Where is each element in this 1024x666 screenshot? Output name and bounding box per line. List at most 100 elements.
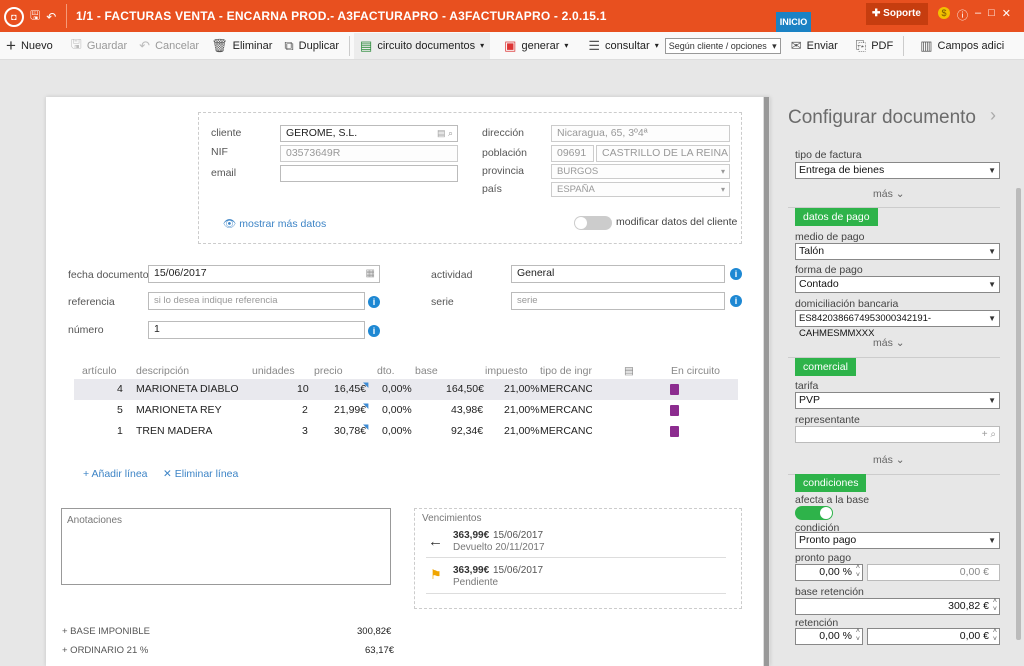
mas-toggle[interactable]: más ⌄ [873,454,905,466]
actividad-info-icon[interactable]: i [730,268,742,280]
info-window-icon[interactable]: ⓘ [957,7,968,23]
pronto-pago-label: pronto pago [795,552,852,564]
enviar-button[interactable]: ✉ Enviar [785,33,844,59]
tarifa-value: PVP [799,394,821,406]
panel-scrollbar[interactable] [1016,188,1021,640]
document-scrollbar[interactable] [763,97,770,666]
numero-field[interactable]: 1 [148,321,365,339]
campos-button[interactable]: ▥ Campos adici [914,33,1010,59]
actividad-field[interactable]: General [511,265,725,283]
cell-precio: 21,99€ [334,404,367,416]
referencia-label: referencia [68,296,115,308]
search-icon[interactable]: ▤ ⌕ [437,126,453,141]
cell-articulo: 4 [117,383,123,395]
toolbar: + Nuevo 🖫 Guardar ↶ Cancelar 🗑 Eliminar ⧉ Dup… [0,32,1024,60]
cliente-field[interactable]: GEROME, S.L. ▤ ⌕ [280,125,458,142]
guardar-button[interactable]: 🖫 Guardar [65,33,133,59]
retencion-pct-input[interactable]: 0,00 % ˄ ˅ [795,628,863,645]
tarifa-select[interactable]: PVP ▼ [795,392,1000,409]
chevron-right-icon[interactable]: › [990,105,996,126]
pronto-pago-amt-input[interactable]: 0,00 € [867,564,1000,581]
nif-field[interactable]: 03573649R [280,145,458,162]
app-logo-icon[interactable]: ◘ [4,6,24,27]
representante-field[interactable]: + ⌕ [795,426,1000,443]
base-retencion-value: 300,82 € [948,600,989,612]
delete-line-link[interactable]: ✕ Eliminar línea [163,468,238,480]
venc-amount: 363,99€ [453,565,490,576]
undo-quick-icon[interactable]: ↶ [46,10,56,24]
provincia-select[interactable]: BURGOS ▾ [551,164,730,179]
duplicar-button[interactable]: ⧉ Duplicar [278,33,345,59]
options-select[interactable]: Según cliente / opciones ▾ [664,37,781,54]
window-title: 1/1 - FACTURAS VENTA - ENCARNA PROD.- A3… [76,9,607,23]
table-row[interactable]: 1 TREN MADERA 3 30,78€ ◥ 0,00% 92,34€ 21… [74,421,738,442]
serie-info-icon[interactable]: i [730,295,742,307]
spinner-icon[interactable]: ˄ ˅ [856,628,860,644]
mostrar-mas-link[interactable]: 👁 mostrar más datos [223,217,326,230]
maximize-icon[interactable]: □ [988,7,995,23]
condicion-select[interactable]: Pronto pago ▼ [795,532,1000,549]
scroll-thumb[interactable] [764,97,769,666]
select-caret-icon: ▼ [988,280,996,289]
base-imponible-label: + BASE IMPONIBLE [62,626,150,637]
table-row[interactable]: 5 MARIONETA REY 2 21,99€ ◥ 0,00% 43,98€ … [74,400,738,421]
pdf-button[interactable]: ⎘ PDF [850,33,899,59]
cell-descripcion: TREN MADERA [136,425,213,437]
cell-tipo: MERCANCÍAS [540,383,592,395]
modificar-cliente-toggle[interactable] [574,216,612,230]
search-icon[interactable]: + ⌕ [982,427,996,442]
circuito-button[interactable]: ▤ circuito documentos ▾ [354,32,491,59]
cell-precio: 30,78€ [334,425,367,437]
pais-select[interactable]: ESPAÑA ▾ [551,182,730,197]
forma-pago-select[interactable]: Contado ▼ [795,276,1000,293]
close-icon[interactable]: ✕ [1002,7,1011,23]
numero-info-icon[interactable]: i [368,325,380,337]
minimize-icon[interactable]: – [975,7,981,23]
mas-toggle[interactable]: más ⌄ [873,337,905,349]
serie-field[interactable]: serie [511,292,725,310]
mas-toggle[interactable]: más ⌄ [873,188,905,200]
modificar-cliente-label: modificar datos del cliente [616,216,738,228]
fecha-field[interactable]: 15/06/2017 ▦ [148,265,380,283]
pronto-pago-pct-input[interactable]: 0,00 % ˄ ˅ [795,564,863,581]
tipo-factura-select[interactable]: Entrega de bienes ▼ [795,162,1000,179]
base-retencion-input[interactable]: 300,82 € ˄ ˅ [795,598,1000,615]
referencia-field[interactable]: si lo desea indique referencia [148,292,365,310]
calendar-icon[interactable]: ▦ [366,266,375,281]
cell-dto: 0,00% [382,383,412,395]
generar-button[interactable]: ▣ generar ▾ [498,33,574,59]
spinner-icon[interactable]: ˄ ˅ [856,564,860,580]
circuit-doc-icon[interactable] [670,405,679,416]
nuevo-button[interactable]: + Nuevo [0,33,59,59]
soporte-button[interactable]: ✚ Soporte [866,3,928,25]
col-unidades: unidades [252,365,295,377]
domiciliacion-select[interactable]: ES8420386674953000342191-CAHMESMMXXX ▼ [795,310,1000,339]
cp-field[interactable]: 09691 [551,145,594,162]
spinner-icon[interactable]: ˄ ˅ [993,628,997,644]
arrow-left-icon: ← [428,533,443,550]
circuit-doc-icon[interactable] [670,426,679,437]
coin-icon[interactable]: $ [938,7,950,19]
email-field[interactable] [280,165,458,182]
referencia-info-icon[interactable]: i [368,296,380,308]
spinner-icon[interactable]: ˄ ˅ [993,598,997,614]
retencion-amt-input[interactable]: 0,00 € ˄ ˅ [867,628,1000,645]
tab-inicio[interactable]: INICIO [776,12,811,32]
save-quick-icon[interactable]: 🖫 [30,6,40,27]
add-line-link[interactable]: + Añadir línea [83,468,148,480]
medio-pago-select[interactable]: Talón ▼ [795,243,1000,260]
plus-icon: + [6,35,16,55]
eliminar-label: Eliminar [232,39,273,52]
poblacion-field[interactable]: CASTRILLO DE LA REINA [596,145,730,162]
anotaciones-textarea[interactable]: Anotaciones [61,508,391,585]
cell-descripcion: MARIONETA REY [136,404,222,416]
table-row[interactable]: 4 MARIONETA DIABLO 10 16,45€ ◥ 0,00% 164… [74,379,738,400]
circuit-doc-icon[interactable] [670,384,679,395]
cancelar-button[interactable]: ↶ Cancelar [133,33,205,59]
consultar-button[interactable]: ☰ consultar ▾ [582,33,664,59]
eliminar-button[interactable]: 🗑 Eliminar [205,33,278,59]
base-retencion-label: base retención [795,586,864,598]
direccion-field[interactable]: Nicaragua, 65, 3º4ª [551,125,730,142]
cell-base: 164,50€ [446,383,484,395]
afecta-base-toggle[interactable] [795,506,833,520]
